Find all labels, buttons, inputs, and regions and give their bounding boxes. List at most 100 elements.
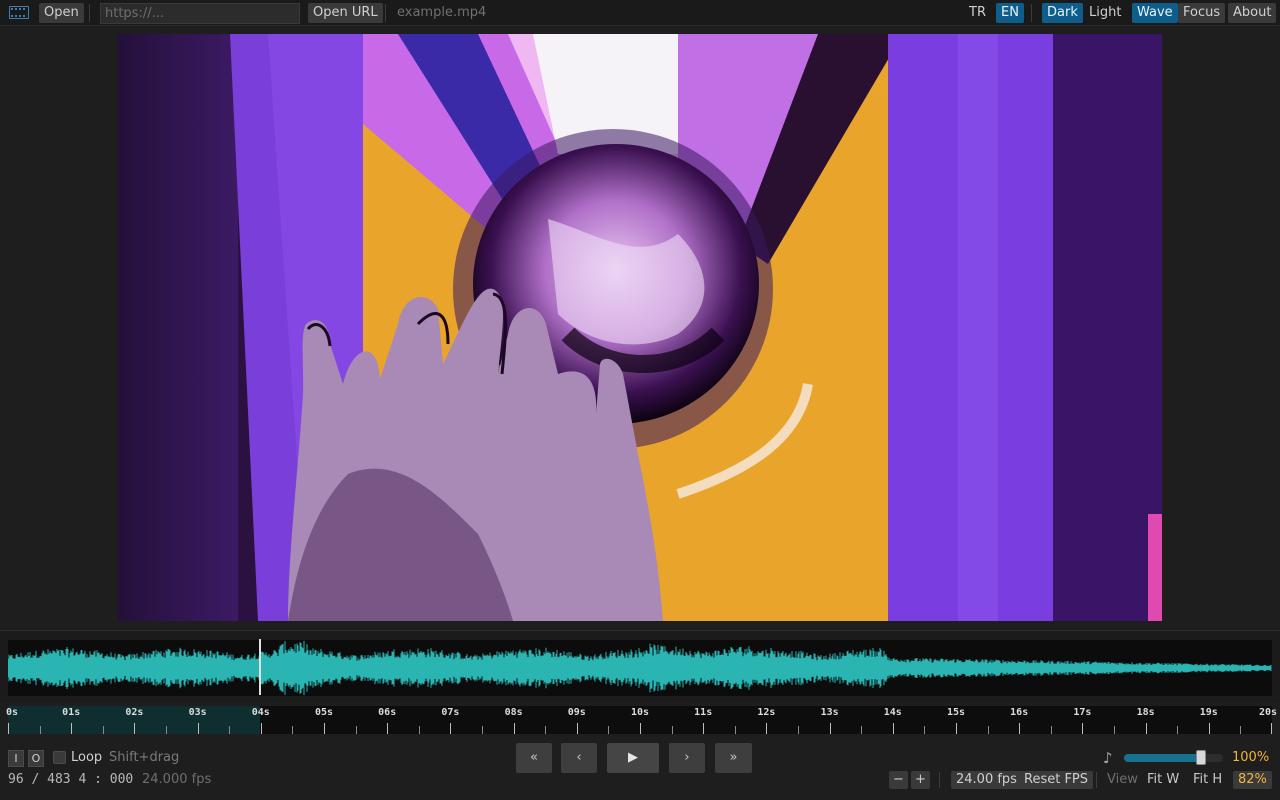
theme-dark-button[interactable]: Dark [1042,3,1083,23]
fit-height-button[interactable]: Fit H [1193,772,1222,788]
tick-label: 12s [757,707,776,718]
next-frame-button[interactable]: › [669,743,705,773]
tick-minor [798,726,799,734]
loop-label: Loop [71,750,103,765]
tick-minor [102,726,104,734]
tick-label: 11s [694,707,713,718]
focus-button[interactable]: Focus [1178,3,1226,23]
tick-major [703,723,705,734]
tick-minor [987,726,989,734]
open-url-button[interactable]: Open URL [308,3,383,23]
tick-label: 10s [630,707,650,718]
tick-label: 07s [441,707,460,718]
tick-label: 03s [188,707,207,718]
waveform[interactable] [7,640,1272,696]
tick-minor [1240,726,1242,734]
fps-value[interactable]: 24.00 fps [951,771,1022,789]
tick-minor [355,726,357,734]
tick-minor [924,726,926,734]
tick-minor [229,726,231,734]
toolbar-divider [89,4,90,22]
top-bar: Open Open URL example.mp4 TR EN Dark Lig… [0,0,1280,26]
tick-label: 02s [125,707,144,718]
loop-checkbox[interactable] [53,751,66,764]
view-label: View [1107,772,1138,787]
tick-minor [292,726,294,734]
set-out-button[interactable]: O [28,750,44,767]
tick-label: 19s [1199,707,1218,718]
tick-label: 0s [5,707,19,718]
tick-minor [671,726,673,734]
waveform-path [7,640,1272,696]
tick-label: 17s [1073,707,1092,718]
url-input[interactable] [100,3,300,24]
controls-divider [1096,772,1097,788]
tick-label: 16s [1010,707,1029,718]
toolbar-divider [385,4,386,22]
tick-label: 08s [504,707,523,718]
tick-major [576,723,578,734]
tick-major [197,723,199,734]
fit-width-button[interactable]: Fit W [1147,772,1179,788]
video-frame[interactable] [118,34,1162,621]
tick-label: 18s [1136,707,1155,718]
wave-toggle-button[interactable]: Wave [1132,3,1178,23]
tick-major [1145,723,1147,734]
tick-label: 04s [251,707,270,718]
open-button[interactable]: Open [39,3,84,23]
tick-major [324,723,325,734]
tick-major [892,723,894,734]
loop-hint: Shift+drag [109,750,180,765]
tick-minor [861,726,863,734]
volume-handle[interactable] [1196,750,1207,765]
tick-major [8,723,9,734]
tick-minor [418,726,420,734]
frame-readout: 96 / 483 4 : 000 [8,772,134,787]
tick-major [956,723,957,734]
theme-light-button[interactable]: Light [1084,3,1126,23]
zoom-in-button[interactable]: + [911,771,930,789]
tick-minor [545,726,547,734]
waveform-graph [7,640,1272,696]
tick-major [1082,723,1084,734]
tick-minor [1177,726,1179,734]
tick-minor [1050,726,1052,734]
tick-major [829,723,831,734]
tick-major [640,723,641,734]
set-in-button[interactable]: I [8,750,24,767]
zoom-out-button[interactable]: − [889,771,908,789]
last-frame-button[interactable]: » [715,743,752,773]
lang-en-button[interactable]: EN [996,3,1024,23]
volume-fill [1124,754,1202,762]
lang-tr-button[interactable]: TR [964,3,991,23]
reset-fps-button[interactable]: Reset FPS [1019,771,1094,789]
tick-label: 09s [567,707,586,718]
toolbar-divider [1031,4,1032,22]
tick-major [1208,723,1210,734]
tick-major [1271,723,1272,734]
tick-minor [482,726,483,734]
tick-label: 14s [883,707,902,718]
prev-frame-button[interactable]: ‹ [561,743,597,773]
tick-minor [608,726,610,734]
fps-readout: 24.000 fps [142,772,212,787]
play-button[interactable]: ▶ [607,743,659,773]
volume-slider[interactable] [1124,754,1223,762]
tick-label: 06s [378,707,397,718]
music-note-icon: ♪ [1103,749,1113,767]
playhead[interactable] [259,639,261,695]
tick-minor [1114,726,1115,734]
tick-major [260,723,262,734]
tick-label: 15s [946,707,966,718]
zoom-percent[interactable]: 82% [1233,771,1272,789]
tick-major [1019,723,1021,734]
tick-minor [39,726,41,734]
about-button[interactable]: About [1228,3,1277,23]
file-name: example.mp4 [397,5,487,20]
controls-divider [939,772,940,788]
video-image [118,34,1162,621]
timeline-ruler[interactable]: 0s 01s 02s 03s 04s 05s 06s 07s 08s 09s 10s 11s 12s 13… [5,706,1277,734]
first-frame-button[interactable]: « [516,743,552,773]
tick-major [450,723,452,734]
tick-major [71,723,73,734]
